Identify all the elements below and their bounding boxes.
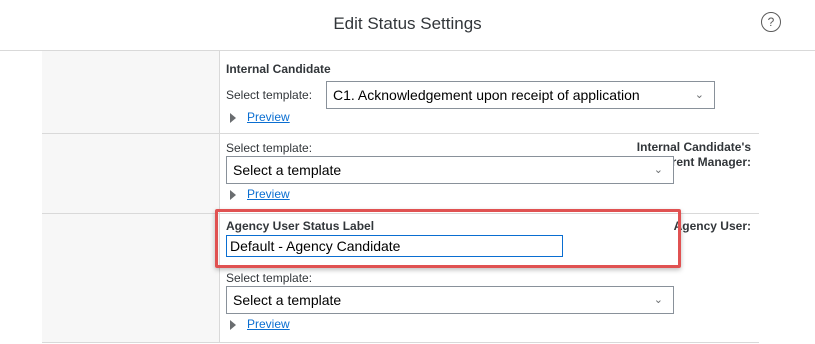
settings-form: Internal Candidate Select template: C1. … [42, 51, 759, 344]
expand-triangle-icon [230, 113, 236, 123]
select-value: Select a template [233, 162, 342, 178]
internal-candidate-heading: Internal Candidate [226, 62, 331, 76]
chevron-down-icon: ⌄ [653, 164, 663, 176]
manager-row: Internal Candidate's Current Manager: Se… [42, 134, 759, 214]
expand-triangle-icon [230, 320, 236, 330]
help-icon[interactable]: ? [761, 12, 781, 32]
chevron-down-icon: ⌄ [694, 89, 704, 101]
preview-link[interactable]: Preview [247, 187, 290, 201]
label-column [42, 214, 220, 342]
select-value: Select a template [233, 292, 342, 308]
dialog-title: Edit Status Settings [333, 14, 482, 33]
expand-triangle-icon [230, 190, 236, 200]
label-column [42, 51, 220, 133]
chevron-down-icon: ⌄ [653, 294, 663, 306]
manager-label-line1: Internal Candidate's [636, 140, 751, 154]
highlight-annotation [215, 209, 681, 268]
agency-template-select[interactable]: Select a template ⌄ [226, 286, 674, 314]
dialog-header: Edit Status Settings ? [0, 0, 815, 51]
internal-candidate-row: Internal Candidate Select template: C1. … [42, 51, 759, 134]
manager-template-select[interactable]: Select a template ⌄ [226, 156, 674, 184]
select-template-label: Select template: [226, 88, 313, 102]
select-template-label: Select template: [226, 271, 313, 285]
preview-link[interactable]: Preview [247, 110, 290, 124]
label-column [42, 134, 220, 213]
select-value: C1. Acknowledgement upon receipt of appl… [333, 87, 640, 103]
internal-candidate-template-select[interactable]: C1. Acknowledgement upon receipt of appl… [326, 81, 715, 109]
select-template-label: Select template: [226, 141, 313, 155]
agency-user-label: Agency User: [673, 219, 751, 233]
preview-link[interactable]: Preview [247, 317, 290, 331]
